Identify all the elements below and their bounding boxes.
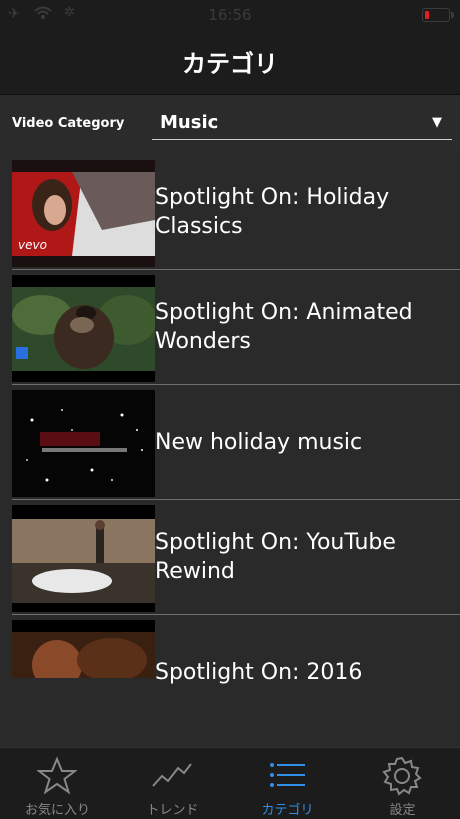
list-item[interactable]: Spotlight On: YouTube Rewind bbox=[12, 500, 460, 615]
tab-trends[interactable]: トレンド bbox=[115, 748, 230, 819]
list-item-title: New holiday music bbox=[155, 429, 363, 455]
list-item-title: Spotlight On: YouTube Rewind bbox=[155, 530, 396, 584]
gear-icon bbox=[382, 756, 422, 796]
thumbnail bbox=[12, 620, 155, 678]
status-bar: ✈ ✲ 16:56 bbox=[0, 0, 460, 32]
list-icon bbox=[270, 763, 305, 787]
list-item-title: Spotlight On: 2016 bbox=[155, 659, 363, 685]
list-item[interactable]: New holiday music bbox=[12, 385, 460, 500]
category-label: Video Category bbox=[12, 116, 125, 131]
vevo-logo: vevo bbox=[18, 238, 47, 252]
navigation-bar: カテゴリ bbox=[0, 32, 460, 95]
status-time: 16:56 bbox=[208, 6, 252, 24]
category-row: Video Category Music ▼ bbox=[0, 95, 460, 155]
tab-label: トレンド bbox=[146, 803, 199, 818]
thumbnail bbox=[12, 390, 155, 497]
thumbnail bbox=[12, 505, 155, 612]
list-item-title: Spotlight On: Animated Wonders bbox=[155, 300, 413, 354]
list-item-title: Spotlight On: Holiday Classics bbox=[155, 185, 390, 239]
thumbnail: vevo bbox=[12, 160, 155, 267]
tab-settings[interactable]: 設定 bbox=[345, 748, 460, 819]
tab-category[interactable]: カテゴリ bbox=[230, 748, 345, 819]
list-item[interactable]: Spotlight On: Animated Wonders bbox=[12, 270, 460, 385]
tab-label: お気に入り bbox=[24, 803, 90, 818]
star-icon bbox=[37, 756, 77, 795]
page-title: カテゴリ bbox=[182, 50, 278, 78]
thumbnail bbox=[12, 275, 155, 382]
tab-favorites[interactable]: お気に入り bbox=[0, 748, 115, 819]
trend-icon bbox=[152, 763, 192, 787]
category-selected-value: Music bbox=[160, 112, 219, 133]
list-item[interactable]: vevo Spotlight On: Holiday Classics bbox=[12, 155, 460, 270]
battery-icon bbox=[422, 8, 454, 22]
tab-label: カテゴリ bbox=[261, 803, 314, 818]
category-dropdown[interactable]: Music ▼ bbox=[152, 105, 452, 140]
tab-label: 設定 bbox=[389, 803, 416, 818]
dropdown-arrow-icon: ▼ bbox=[432, 115, 442, 130]
tab-bar: お気に入り トレンド カテゴリ 設定 bbox=[0, 747, 460, 819]
playlist-list: vevo Spotlight On: Holiday Classics Spot… bbox=[0, 155, 460, 747]
list-item[interactable]: Spotlight On: 2016 bbox=[12, 615, 460, 729]
